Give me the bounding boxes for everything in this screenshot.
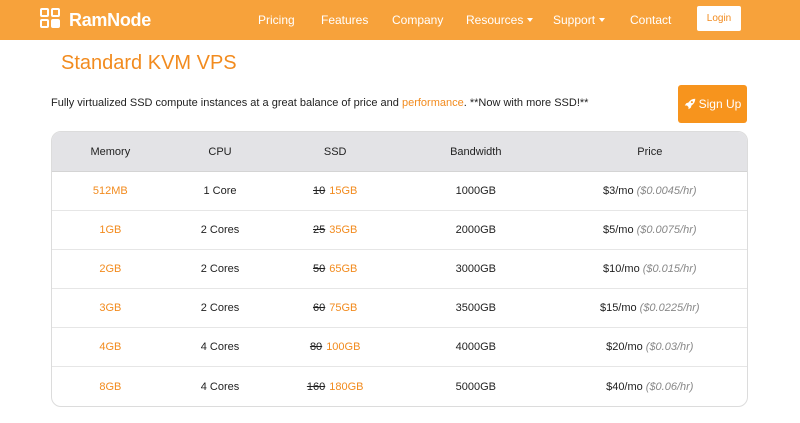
ssd-cell: 60 75GB bbox=[271, 289, 399, 327]
ssd-cell: 10 15GB bbox=[271, 172, 399, 210]
page-title: Standard KVM VPS bbox=[61, 52, 237, 74]
table-row: 4GB 4 Cores 80 100GB 4000GB $20/mo ($0.03/… bbox=[52, 328, 747, 368]
header-ssd: SSD bbox=[323, 145, 347, 158]
hourly-price: ($0.0045/hr) bbox=[636, 185, 697, 198]
chevron-down-icon bbox=[599, 17, 606, 22]
price-cell: $40/mo ($0.06/hr) bbox=[553, 367, 747, 406]
header-price: Price bbox=[637, 145, 663, 158]
cpu-cell: 4 Cores bbox=[200, 341, 240, 354]
ssd-cell: 160 180GB bbox=[271, 367, 399, 406]
hourly-price: ($0.0075/hr) bbox=[636, 224, 697, 237]
nav-features[interactable]: Features bbox=[321, 11, 368, 29]
table-header: Memory CPU SSD Bandwidth Price bbox=[52, 132, 747, 172]
monthly-price: $5/mo bbox=[603, 224, 634, 237]
ssd-old: 60 bbox=[312, 302, 326, 315]
ssd-old: 10 bbox=[312, 185, 326, 198]
ssd-new: 100GB bbox=[326, 341, 361, 354]
ssd-old: 25 bbox=[312, 224, 326, 237]
ssd-new: 65GB bbox=[329, 263, 358, 276]
hourly-price: ($0.015/hr) bbox=[642, 263, 697, 276]
nav-support-label: Support bbox=[553, 13, 596, 27]
chevron-down-icon bbox=[527, 17, 534, 22]
bandwidth-cell: 5000GB bbox=[455, 381, 496, 394]
page-description: Fully virtualized SSD compute instances … bbox=[51, 97, 588, 109]
nav-resources-label: Resources bbox=[466, 13, 524, 27]
sign-up-label: Sign Up bbox=[698, 97, 742, 111]
brand-name: RamNode bbox=[69, 9, 151, 30]
cpu-cell: 4 Cores bbox=[200, 381, 240, 394]
bandwidth-cell: 4000GB bbox=[455, 341, 496, 354]
nav-company[interactable]: Company bbox=[392, 11, 443, 29]
pricing-table: Memory CPU SSD Bandwidth Price 512MB 1 C… bbox=[51, 131, 748, 407]
nav-features-label: Features bbox=[321, 13, 369, 27]
ssd-new: 180GB bbox=[329, 381, 364, 394]
login-button[interactable]: Login bbox=[697, 6, 741, 31]
table-row: 3GB 2 Cores 60 75GB 3500GB $15/mo ($0.0225… bbox=[52, 289, 747, 329]
price-cell: $15/mo ($0.0225/hr) bbox=[553, 289, 747, 327]
table-row: 2GB 2 Cores 50 65GB 3000GB $10/mo ($0.015/… bbox=[52, 250, 747, 290]
price-cell: $3/mo ($0.0045/hr) bbox=[553, 172, 747, 210]
brand-logo[interactable]: RamNode bbox=[40, 8, 151, 32]
table-row: 8GB 4 Cores 160 180GB 5000GB $40/mo ($0.06… bbox=[52, 367, 747, 406]
hourly-price: ($0.0225/hr) bbox=[639, 302, 700, 315]
ssd-old: 80 bbox=[309, 341, 323, 354]
memory-cell: 4GB bbox=[99, 341, 122, 354]
nav-support[interactable]: Support bbox=[553, 11, 606, 29]
hourly-price: ($0.06/hr) bbox=[645, 381, 694, 394]
bandwidth-cell: 2000GB bbox=[455, 224, 496, 237]
header-bandwidth: Bandwidth bbox=[450, 145, 502, 158]
price-cell: $10/mo ($0.015/hr) bbox=[553, 250, 747, 288]
header-memory: Memory bbox=[90, 145, 131, 158]
ssd-old: 50 bbox=[312, 263, 326, 276]
cpu-cell: 2 Cores bbox=[200, 224, 240, 237]
memory-cell: 8GB bbox=[99, 381, 122, 394]
description-note: . **Now with more SSD!** bbox=[463, 97, 589, 109]
nav-company-label: Company bbox=[392, 13, 444, 27]
nav-contact[interactable]: Contact bbox=[630, 11, 671, 29]
bandwidth-cell: 1000GB bbox=[455, 185, 496, 198]
ssd-cell: 50 65GB bbox=[271, 250, 399, 288]
bandwidth-cell: 3000GB bbox=[455, 263, 496, 276]
nav-pricing-label: Pricing bbox=[258, 13, 295, 27]
cpu-cell: 2 Cores bbox=[200, 302, 240, 315]
ramnode-logo-icon bbox=[40, 8, 64, 32]
memory-cell: 2GB bbox=[99, 263, 122, 276]
ssd-cell: 25 35GB bbox=[271, 211, 399, 249]
monthly-price: $20/mo bbox=[606, 341, 643, 354]
monthly-price: $10/mo bbox=[603, 263, 640, 276]
hourly-price: ($0.03/hr) bbox=[645, 341, 694, 354]
top-navbar: RamNode Pricing Features Company Resourc… bbox=[0, 0, 800, 40]
nav-resources[interactable]: Resources bbox=[466, 11, 534, 29]
price-cell: $20/mo ($0.03/hr) bbox=[553, 328, 747, 366]
monthly-price: $15/mo bbox=[599, 302, 637, 315]
ssd-new: 35GB bbox=[329, 224, 358, 237]
monthly-price: $3/mo bbox=[603, 185, 634, 198]
cpu-cell: 2 Cores bbox=[200, 263, 240, 276]
memory-cell: 3GB bbox=[99, 302, 122, 315]
description-text: Fully virtualized SSD compute instances … bbox=[51, 97, 402, 109]
sign-up-button[interactable]: Sign Up bbox=[678, 85, 747, 123]
memory-cell: 512MB bbox=[92, 185, 128, 198]
table-row: 1GB 2 Cores 25 35GB 2000GB $5/mo ($0.0075/… bbox=[52, 211, 747, 251]
ssd-old: 160 bbox=[306, 381, 326, 394]
price-cell: $5/mo ($0.0075/hr) bbox=[553, 211, 747, 249]
bandwidth-cell: 3500GB bbox=[455, 302, 496, 315]
table-row: 512MB 1 Core 10 15GB 1000GB $3/mo ($0.0045… bbox=[52, 172, 747, 212]
cpu-cell: 1 Core bbox=[203, 185, 237, 198]
ssd-new: 15GB bbox=[329, 185, 358, 198]
monthly-price: $40/mo bbox=[606, 381, 643, 394]
nav-contact-label: Contact bbox=[630, 13, 672, 27]
rocket-icon bbox=[684, 98, 695, 110]
nav-pricing[interactable]: Pricing bbox=[258, 11, 295, 29]
header-cpu: CPU bbox=[208, 145, 232, 158]
memory-cell: 1GB bbox=[99, 224, 122, 237]
ssd-cell: 80 100GB bbox=[271, 328, 399, 366]
ssd-new: 75GB bbox=[329, 302, 358, 315]
performance-link[interactable]: performance bbox=[402, 97, 464, 109]
